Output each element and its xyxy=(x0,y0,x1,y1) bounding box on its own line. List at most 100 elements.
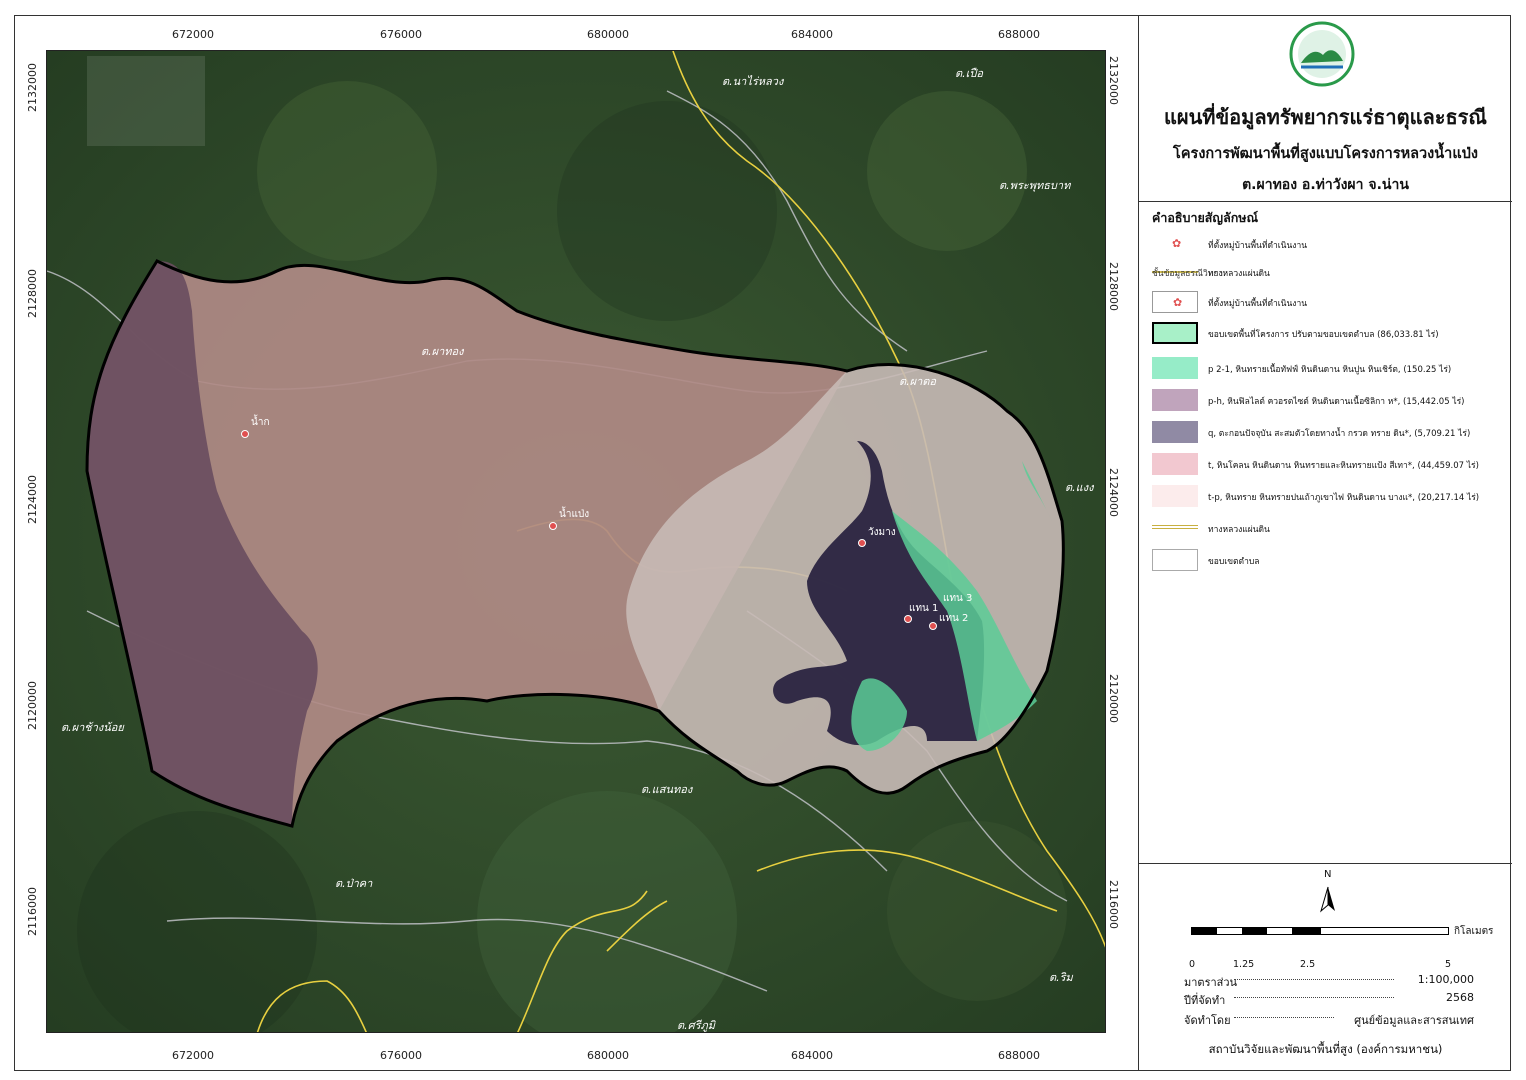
legend-item: ทางหลวงแผ่นดิน xyxy=(1152,517,1502,541)
tambon-label: ต.แสนทอง xyxy=(641,783,694,796)
y-tick-right: 2128000 xyxy=(1107,262,1120,311)
legend-label: ขอบเขตตำบล xyxy=(1208,557,1260,567)
info-value: 2568 xyxy=(1446,991,1474,1004)
village-point xyxy=(929,622,937,630)
legend-item: q, ตะกอนปัจจุบัน สะสมตัวโดยทางน้ำ กรวด ท… xyxy=(1152,421,1502,445)
y-tick-left: 2132000 xyxy=(26,63,39,112)
north-label: N xyxy=(1324,869,1332,880)
legend-item: ขอบเขตพื้นที่โครงการ ปรับตามขอบเขตตำบล (… xyxy=(1152,322,1502,346)
legend-label: ที่ตั้งหมู่บ้านพื้นที่ดำเนินงาน xyxy=(1208,299,1308,309)
info-value: ศูนย์ข้อมูลและสารสนเทศ xyxy=(1354,1014,1474,1027)
legend-symbol xyxy=(1152,485,1198,507)
village-label: น้ำแป่ง xyxy=(559,506,589,520)
logo-icon xyxy=(1289,21,1355,87)
map-canvas[interactable]: ต.นาไร่หลวง ต.เปือ ต.พระพุทธบาท ต.ผาทอง … xyxy=(46,50,1106,1033)
north-arrow-icon xyxy=(1320,886,1335,913)
info-key: จัดทำโดย xyxy=(1184,1014,1231,1027)
tambon-label: ต.ป่าคา xyxy=(335,877,373,890)
info-value: 1:100,000 xyxy=(1417,973,1474,986)
legend-symbol xyxy=(1152,389,1198,411)
village-label: น้ำก xyxy=(251,414,270,428)
y-tick-right: 2120000 xyxy=(1107,674,1120,723)
legend-symbol xyxy=(1152,421,1198,443)
tambon-label: ต.ผาทอง xyxy=(421,345,465,358)
legend-symbol: ✿ xyxy=(1152,233,1198,255)
tambon-label: ต.นาไร่หลวง xyxy=(722,75,785,88)
village-point xyxy=(549,522,557,530)
legend-item: ✿ ที่ตั้งหมู่บ้านพื้นที่ดำเนินงาน xyxy=(1152,233,1502,257)
legend-overlap-text: ชั้นข้อมูลธรณีวิทยา xyxy=(1152,269,1224,279)
scale-label: 0 xyxy=(1189,959,1196,970)
tambon-label: ต.เปือ xyxy=(955,67,983,80)
legend-label: ที่ตั้งหมู่บ้านพื้นที่ดำเนินงาน xyxy=(1208,241,1308,251)
village-label: แทน 2 xyxy=(939,613,968,624)
tambon-label: ต.ริม xyxy=(1049,971,1074,984)
legend-item: t-p, หินทราย หินทรายปนเถ้าภูเขาไฟ หินดิน… xyxy=(1152,485,1502,509)
y-tick-left: 2128000 xyxy=(26,269,39,318)
village-label: แทน 3 xyxy=(943,593,972,604)
village-label: แทน 1 xyxy=(909,603,938,614)
scale-bar xyxy=(1191,927,1449,935)
map-title: แผนที่ข้อมูลทรัพยากรแร่ธาตุและธรณี xyxy=(1164,105,1487,129)
y-tick-left: 2120000 xyxy=(26,681,39,730)
legend-item: ทางหลวงแผ่นดิน ชั้นข้อมูลธรณีวิทยา xyxy=(1152,261,1502,285)
village-marker-icon: ✿ xyxy=(1172,237,1182,250)
y-tick-right: 2132000 xyxy=(1107,56,1120,105)
scale-unit: กิโลเมตร xyxy=(1454,926,1494,937)
y-tick-left: 2116000 xyxy=(26,887,39,936)
legend-label: ทางหลวงแผ่นดิน xyxy=(1208,525,1270,535)
legend-label: p-h, หินฟิลไลต์ ควอรตไซต์ หินดินดานเนื้อ… xyxy=(1208,397,1465,407)
village-label: วังมาง xyxy=(868,527,896,538)
legend-label: p 2-1, หินทรายเนื้อทัฟฟ์ หินดินดาน หินปู… xyxy=(1208,365,1452,375)
village-point xyxy=(241,430,249,438)
side-panel: แผนที่ข้อมูลทรัพยากรแร่ธาตุและธรณี โครงก… xyxy=(1138,15,1512,1071)
legend-label: t-p, หินทราย หินทรายปนเถ้าภูเขาไฟ หินดิน… xyxy=(1208,493,1480,503)
info-year: ปีที่จัดทำ 2568 xyxy=(1184,991,1474,1007)
legend-label: q, ตะกอนปัจจุบัน สะสมตัวโดยทางน้ำ กรวด ท… xyxy=(1208,429,1471,439)
village-point xyxy=(904,615,912,623)
legend-item: ขอบเขตตำบล xyxy=(1152,549,1502,573)
legend-symbol xyxy=(1152,549,1198,571)
legend-item: ✿ ที่ตั้งหมู่บ้านพื้นที่ดำเนินงาน xyxy=(1152,291,1502,315)
x-tick-top: 684000 xyxy=(791,28,833,41)
x-tick-bottom: 672000 xyxy=(172,1049,214,1062)
x-tick-top: 672000 xyxy=(172,28,214,41)
village-marker-icon: ✿ xyxy=(1173,296,1183,309)
map-svg: ต.นาไร่หลวง ต.เปือ ต.พระพุทธบาท ต.ผาทอง … xyxy=(47,51,1105,1032)
info-scale: มาตราส่วน 1:100,000 xyxy=(1184,973,1474,989)
x-tick-bottom: 684000 xyxy=(791,1049,833,1062)
y-tick-right: 2116000 xyxy=(1107,880,1120,929)
x-tick-top: 676000 xyxy=(380,28,422,41)
scale-label: 5 xyxy=(1445,959,1452,970)
legend-symbol: ✿ xyxy=(1152,291,1198,313)
x-tick-bottom: 676000 xyxy=(380,1049,422,1062)
tambon-label: ต.ผาช้างน้อย xyxy=(61,721,125,734)
x-tick-top: 680000 xyxy=(587,28,629,41)
info-key: ปีที่จัดทำ xyxy=(1184,994,1226,1007)
legend-symbol xyxy=(1152,453,1198,475)
tambon-label: ต.แงง xyxy=(1065,481,1095,494)
x-tick-bottom: 688000 xyxy=(998,1049,1040,1062)
legend-item: t, หินโคลน หินดินดาน หินทรายและหินทรายแป… xyxy=(1152,453,1502,477)
tambon-label: ต.ศรีภูมิ xyxy=(677,1019,716,1032)
legend-symbol xyxy=(1152,322,1198,344)
organization-name: สถาบันวิจัยและพัฒนาพื้นที่สูง (องค์การมห… xyxy=(1208,1042,1443,1056)
project-title: โครงการพัฒนาพื้นที่สูงแบบโครงการหลวงน้ำแ… xyxy=(1173,146,1478,162)
legend-item: p 2-1, หินทรายเนื้อทัฟฟ์ หินดินดาน หินปู… xyxy=(1152,357,1502,381)
legend-title: คำอธิบายสัญลักษณ์ xyxy=(1152,210,1259,225)
x-tick-top: 688000 xyxy=(998,28,1040,41)
scale-label: 2.5 xyxy=(1300,959,1316,970)
info-by: จัดทำโดย ศูนย์ข้อมูลและสารสนเทศ xyxy=(1184,1011,1474,1027)
tambon-label: ต.พระพุทธบาท xyxy=(999,179,1071,192)
location-title: ต.ผาทอง อ.ท่าวังผา จ.น่าน xyxy=(1242,177,1409,193)
x-tick-bottom: 680000 xyxy=(587,1049,629,1062)
legend-symbol xyxy=(1152,357,1198,379)
legend-item: p-h, หินฟิลไลต์ ควอรตไซต์ หินดินดานเนื้อ… xyxy=(1152,389,1502,413)
y-tick-right: 2124000 xyxy=(1107,468,1120,517)
legend-label: t, หินโคลน หินดินดาน หินทรายและหินทรายแป… xyxy=(1208,461,1479,471)
legend-label: ขอบเขตพื้นที่โครงการ ปรับตามขอบเขตตำบล (… xyxy=(1208,330,1439,340)
village-point xyxy=(858,539,866,547)
legend-symbol xyxy=(1152,517,1198,539)
scale-label: 1.25 xyxy=(1233,959,1255,970)
info-key: มาตราส่วน xyxy=(1184,976,1238,989)
